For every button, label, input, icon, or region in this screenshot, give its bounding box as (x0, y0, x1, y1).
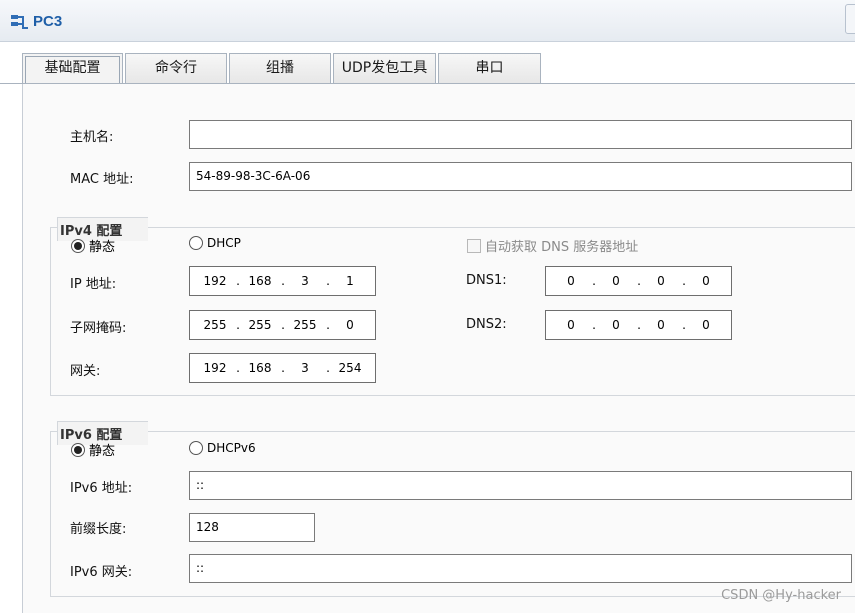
ip-octet: 255 (248, 318, 272, 332)
window-control-button[interactable] (845, 4, 855, 34)
ipv6-address-field[interactable]: :: (189, 471, 852, 500)
window-titlebar: PC3 (0, 0, 855, 42)
ip-octet: 0 (567, 274, 575, 288)
ipv6-dhcp-label: DHCPv6 (207, 441, 256, 455)
ip-octet: 168 (248, 361, 272, 375)
octet-separator: . (637, 274, 641, 288)
ip-octet: 255 (293, 318, 317, 332)
ipv4-dhcp-radio[interactable]: DHCP (189, 236, 241, 250)
octet-separator: . (326, 274, 330, 288)
tab-label: 组播 (266, 60, 294, 76)
tab-label: UDP发包工具 (341, 60, 428, 76)
dns2-label: DNS2: (466, 317, 507, 332)
octet-separator: . (682, 274, 686, 288)
ip-octet: 0 (612, 318, 620, 332)
gateway-label: 网关: (70, 364, 101, 379)
ipv6-static-radio[interactable]: 静态 (71, 440, 115, 459)
ip-octet: 0 (346, 318, 354, 332)
mac-label: MAC 地址: (70, 172, 134, 187)
radio-selected-icon (71, 442, 85, 457)
radio-unselected-icon (189, 441, 203, 455)
tab-label: 串口 (475, 60, 504, 76)
octet-separator: . (281, 361, 285, 375)
auto-dns-checkbox[interactable]: 自动获取 DNS 服务器地址 (467, 236, 638, 255)
gateway-field[interactable]: 192 . 168 . 3 . 254 (189, 353, 376, 383)
subnet-mask-field[interactable]: 255 . 255 . 255 . 0 (189, 310, 376, 340)
ip-address-label: IP 地址: (70, 277, 117, 292)
octet-separator: . (281, 274, 285, 288)
ip-address-field[interactable]: 192 . 168 . 3 . 1 (189, 266, 376, 296)
octet-separator: . (236, 274, 240, 288)
dns1-field[interactable]: 0 . 0 . 0 . 0 (545, 266, 732, 296)
radio-selected-icon (71, 238, 85, 253)
ip-octet: 0 (702, 274, 710, 288)
octet-separator: . (637, 318, 641, 332)
ip-octet: 3 (301, 361, 309, 375)
ip-octet: 254 (338, 361, 362, 375)
ipv4-static-label: 静态 (89, 240, 116, 255)
ip-octet: 0 (657, 318, 665, 332)
octet-separator: . (236, 361, 240, 375)
tab-multicast[interactable]: 组播 (229, 53, 331, 83)
prefix-length-field[interactable]: 128 (189, 513, 315, 542)
tab-udp-tool[interactable]: UDP发包工具 (333, 53, 436, 83)
subnet-mask-label: 子网掩码: (70, 321, 127, 336)
ip-octet: 3 (301, 274, 309, 288)
octet-separator: . (592, 318, 596, 332)
ip-octet: 0 (702, 318, 710, 332)
ip-octet: 0 (567, 318, 575, 332)
ipv6-address-label: IPv6 地址: (70, 481, 133, 496)
octet-separator: . (592, 274, 596, 288)
hostname-field[interactable] (189, 120, 852, 149)
watermark: CSDN @Hy-hacker (721, 588, 841, 603)
window-title: PC3 (33, 13, 63, 30)
tab-label: 命令行 (155, 60, 197, 76)
octet-separator: . (326, 361, 330, 375)
ip-octet: 255 (203, 318, 227, 332)
tab-strip: 基础配置 命令行 组播 UDP发包工具 串口 (0, 42, 855, 84)
hostname-label: 主机名: (70, 130, 114, 145)
prefix-length-label: 前缀长度: (70, 522, 127, 537)
auto-dns-label: 自动获取 DNS 服务器地址 (485, 240, 639, 255)
ip-octet: 192 (203, 274, 227, 288)
tab-basic-config[interactable]: 基础配置 (22, 53, 123, 83)
octet-separator: . (236, 318, 240, 332)
ipv4-dhcp-label: DHCP (207, 236, 241, 250)
ipv6-dhcp-radio[interactable]: DHCPv6 (189, 441, 256, 455)
tab-serial[interactable]: 串口 (438, 53, 541, 83)
ipv6-static-label: 静态 (89, 444, 116, 459)
dns1-label: DNS1: (466, 273, 507, 288)
mac-field[interactable]: 54-89-98-3C-6A-06 (189, 162, 852, 191)
ip-octet: 0 (657, 274, 665, 288)
checkbox-unchecked-icon (467, 238, 481, 253)
ipv6-gateway-label: IPv6 网关: (70, 565, 133, 580)
tab-label: 基础配置 (44, 60, 101, 76)
octet-separator: . (326, 318, 330, 332)
ip-octet: 0 (612, 274, 620, 288)
ip-octet: 168 (248, 274, 272, 288)
dns2-field[interactable]: 0 . 0 . 0 . 0 (545, 310, 732, 340)
ipv6-gateway-field[interactable]: :: (189, 554, 852, 583)
ipv4-section: IPv4 配置 (50, 217, 855, 396)
octet-separator: . (682, 318, 686, 332)
ip-octet: 192 (203, 361, 227, 375)
pc-network-icon (10, 13, 30, 31)
octet-separator: . (281, 318, 285, 332)
radio-unselected-icon (189, 236, 203, 250)
tab-command-line[interactable]: 命令行 (125, 53, 227, 83)
ip-octet: 1 (346, 274, 354, 288)
ipv4-static-radio[interactable]: 静态 (71, 236, 115, 255)
